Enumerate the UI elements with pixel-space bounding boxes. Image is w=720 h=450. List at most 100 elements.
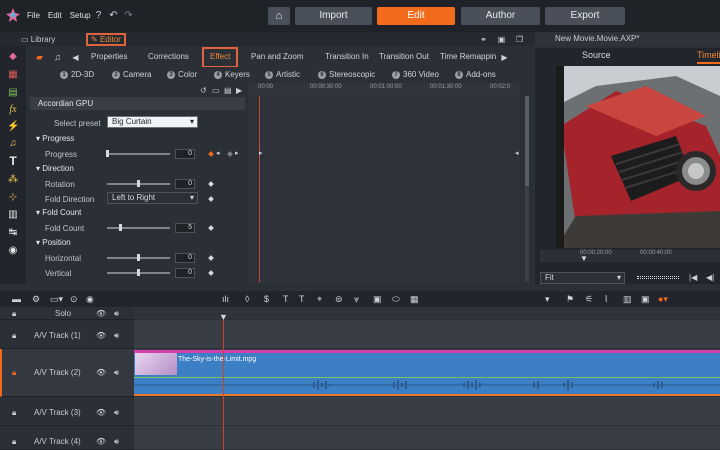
montage-icon[interactable]: ⚡ <box>7 121 19 133</box>
link-icon[interactable]: ⚭ <box>478 34 489 45</box>
save-preset-icon[interactable]: ▭ <box>212 86 220 95</box>
section-fold-count[interactable]: ▾ Fold Count <box>36 208 81 217</box>
menu-setup[interactable]: Setup <box>70 11 91 20</box>
sound-music-icon[interactable]: ♫ <box>7 138 19 150</box>
reset-icon[interactable]: ↺ <box>200 86 207 95</box>
track-4-body[interactable] <box>134 426 720 450</box>
section-position[interactable]: ▾ Position <box>36 238 71 247</box>
menu-edit[interactable]: Edit <box>48 11 62 20</box>
next-keyframe-icon[interactable]: ▸ <box>235 149 239 157</box>
horizontal-value[interactable]: 0 <box>175 253 195 263</box>
category-2d-3d[interactable]: 1 2D-3D <box>60 70 94 79</box>
record-voice-icon[interactable]: ⊜ <box>335 294 343 305</box>
film-icon[interactable]: ▤ <box>224 86 232 95</box>
edit-mode-icon[interactable]: ⚟ <box>585 294 593 305</box>
eye-icon[interactable]: 👁︎ <box>96 368 106 377</box>
redo-icon[interactable]: ↷ <box>123 10 134 21</box>
preset-select[interactable]: Big Curtain ▾ <box>107 116 198 128</box>
speaker-icon[interactable]: 🔊︎ <box>114 331 119 341</box>
marker-icon[interactable]: ◊ <box>245 294 249 304</box>
tab-transition-out[interactable]: Transition Out <box>379 52 429 61</box>
progress-slider-handle[interactable] <box>106 150 109 157</box>
transitions-icon[interactable]: ▤ <box>7 87 19 99</box>
snapshot-icon[interactable]: ▣ <box>496 34 507 45</box>
lock-icon[interactable]: 🔒︎ <box>12 331 16 341</box>
keyframe-ruler[interactable]: 00:00 00:00:30;00 00:01:00;00 00:01:30;0… <box>248 83 520 96</box>
horizontal-slider-handle[interactable] <box>137 254 140 261</box>
category-360-video[interactable]: 7 360 Video <box>392 70 439 79</box>
vertical-slider-handle[interactable] <box>137 269 140 276</box>
menu-disc-icon[interactable]: ▥ <box>7 209 19 221</box>
tracking-icon[interactable]: ⊹ <box>7 192 19 204</box>
tab-corrections[interactable]: Corrections <box>148 52 189 61</box>
category-stereoscopic[interactable]: 6 Stereoscopic <box>318 70 375 79</box>
section-direction[interactable]: ▾ Direction <box>36 164 74 173</box>
record-marker-icon[interactable]: ●▾ <box>658 294 668 305</box>
section-progress[interactable]: ▾ Progress <box>36 134 74 143</box>
preview-scrubber-icon[interactable]: ▼ <box>580 254 588 263</box>
titles-icon[interactable]: T <box>7 155 19 167</box>
category-color[interactable]: 3 Color <box>167 70 197 79</box>
track-1-body[interactable] <box>134 320 720 349</box>
eye-icon[interactable]: 👁︎ <box>96 437 106 446</box>
timeline-tab[interactable]: Timeli <box>697 50 720 60</box>
fold-count-slider[interactable] <box>107 227 170 229</box>
keyframe-timeline[interactable] <box>248 83 520 283</box>
motion-path-icon[interactable]: ⌖ <box>317 294 322 305</box>
motion-icon[interactable]: ⁂ <box>7 174 19 186</box>
undo-icon[interactable]: ↶ <box>108 10 119 21</box>
preview-ruler[interactable]: 00:00:20;00 00:00:40;00 <box>540 250 720 262</box>
zoom-select[interactable]: Fit ▾ <box>540 272 625 284</box>
audio-levels-icon[interactable]: ılı <box>222 294 229 304</box>
rotation-slider-handle[interactable] <box>137 180 140 187</box>
ripple-icon[interactable]: ⊙ <box>70 294 78 305</box>
add-track-icon[interactable]: ⚙ <box>32 294 40 305</box>
rotation-value[interactable]: 0 <box>175 179 195 189</box>
timeline-playhead-line[interactable] <box>223 320 224 450</box>
speaker-icon[interactable]: 🔊︎ <box>114 408 119 418</box>
tab-transition-in[interactable]: Transition In <box>325 52 369 61</box>
media-icon[interactable]: ◆ <box>7 51 19 63</box>
speaker-icon[interactable]: 🔊︎ <box>114 437 119 447</box>
audio-mixer-icon[interactable]: ◉ <box>86 294 94 305</box>
timeline-settings-icon[interactable]: ▬ <box>12 294 21 304</box>
jog-wheel[interactable] <box>637 276 679 279</box>
snap-icon[interactable]: ▾ <box>545 294 550 305</box>
lock-icon[interactable]: 🔒︎ <box>12 309 16 319</box>
scroll-right-icon[interactable]: ▶ <box>499 52 510 63</box>
category-artistic[interactable]: 5 Artistic <box>265 70 300 79</box>
clip-audio-icon[interactable]: ↹ <box>7 227 19 239</box>
play-icon[interactable]: ▶ <box>236 86 242 95</box>
lock-icon[interactable]: 🔒︎ <box>12 437 16 447</box>
home-button[interactable]: ⌂ <box>268 7 290 25</box>
title-text-alt-icon[interactable]: T <box>299 294 305 304</box>
category-keyers[interactable]: 4 Keyers <box>214 70 250 79</box>
export-frame-icon[interactable]: ▣ <box>641 294 650 305</box>
eye-icon[interactable]: 👁︎ <box>96 331 106 340</box>
tab-effect[interactable]: Effect <box>202 47 239 68</box>
author-button[interactable]: Author <box>461 7 540 25</box>
eye-icon[interactable]: 👁︎ <box>96 309 106 318</box>
help-icon[interactable]: ? <box>93 10 104 21</box>
circle-icon[interactable]: ◉ <box>7 245 19 257</box>
import-button[interactable]: Import <box>295 7 372 25</box>
tab-properties[interactable]: Properties <box>91 52 127 61</box>
lock-icon[interactable]: 🔒︎ <box>12 368 16 378</box>
group-icon[interactable]: ⬭ <box>392 294 400 305</box>
eye-icon[interactable]: 👁︎ <box>96 408 106 417</box>
tab-pan-zoom[interactable]: Pan and Zoom <box>251 52 303 61</box>
fold-direction-select[interactable]: Left to Right ▾ <box>107 192 198 204</box>
keyframe-end-marker-icon[interactable]: ◂ <box>515 149 519 157</box>
restore-icon[interactable]: ❐ <box>514 34 525 45</box>
edit-button[interactable]: Edit <box>377 7 455 25</box>
progress-slider[interactable] <box>107 153 170 155</box>
fold-count-slider-handle[interactable] <box>119 224 122 231</box>
video-clip-icon[interactable]: ▰ <box>34 52 45 63</box>
multicam-icon[interactable]: ⩔ <box>354 294 359 305</box>
category-add-ons[interactable]: 8 Add-ons <box>455 70 496 79</box>
library-tab[interactable]: ▭ Library <box>21 33 55 46</box>
audio-note-icon[interactable]: ♫ <box>52 52 63 63</box>
step-back-icon[interactable]: ◀| <box>706 273 714 282</box>
keyframe-playhead[interactable] <box>259 96 260 282</box>
progress-value[interactable]: 0 <box>175 149 195 159</box>
